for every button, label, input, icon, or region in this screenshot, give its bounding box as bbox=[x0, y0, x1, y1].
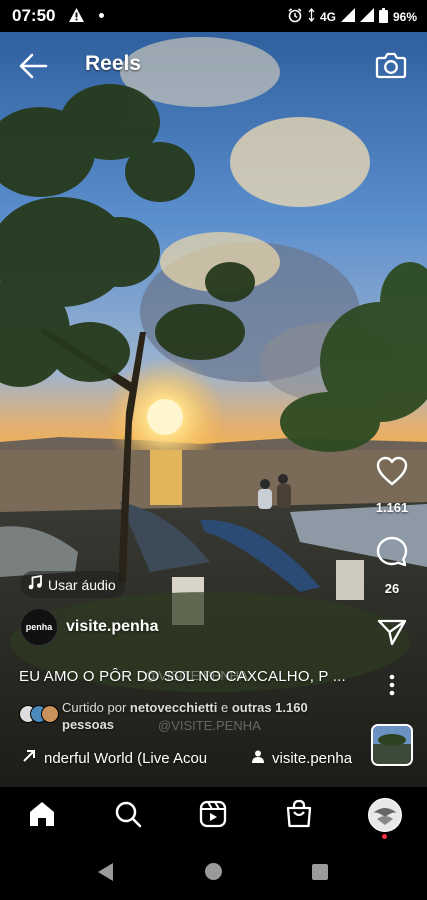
comment-button[interactable] bbox=[375, 535, 409, 574]
signal-2-icon bbox=[359, 8, 374, 25]
likes-count: 1.161 bbox=[375, 500, 409, 515]
profile-avatar[interactable] bbox=[368, 798, 402, 832]
send-icon bbox=[377, 619, 407, 646]
liked-by-avatars bbox=[19, 705, 67, 723]
share-button[interactable] bbox=[376, 617, 408, 652]
home-icon[interactable] bbox=[28, 800, 56, 833]
caption[interactable]: EU AMO O PÔR DO SOL NO CAXCALHO, P ... bbox=[19, 668, 364, 685]
comments-count: 26 bbox=[384, 581, 400, 596]
avatar-logo-text: penha bbox=[25, 622, 53, 632]
trending-arrow-icon bbox=[22, 749, 36, 767]
notification-dot-icon bbox=[99, 13, 104, 18]
watermark-bottom: @VISITE.PENHA bbox=[158, 718, 261, 733]
signal-icon bbox=[340, 8, 355, 25]
status-icons: 4G 96% bbox=[287, 7, 417, 26]
bottom-nav bbox=[0, 787, 427, 845]
alarm-icon bbox=[287, 7, 303, 26]
like-button[interactable] bbox=[375, 455, 409, 492]
liked-by-others: outras 1.160 bbox=[231, 700, 308, 715]
music-track: nderful World (Live Acou bbox=[44, 749, 208, 767]
use-audio-label: Usar áudio bbox=[48, 576, 116, 593]
music-row[interactable]: nderful World (Live Acou visite.penha bbox=[22, 749, 352, 767]
network-type: 4G bbox=[319, 9, 336, 24]
music-artist: visite.penha bbox=[272, 749, 353, 767]
reels-icon[interactable] bbox=[199, 800, 227, 833]
avatar[interactable]: penha bbox=[20, 608, 58, 646]
back-arrow-icon[interactable] bbox=[18, 52, 48, 85]
system-recents-icon[interactable] bbox=[312, 864, 328, 880]
person-icon bbox=[252, 750, 264, 767]
liked-by-user: netovecchietti bbox=[129, 700, 218, 715]
status-time: 07:50 bbox=[12, 6, 56, 25]
liker-avatar bbox=[41, 705, 59, 723]
battery-level: 96% bbox=[392, 9, 417, 24]
liked-by-middle: e bbox=[217, 700, 232, 715]
battery-icon bbox=[378, 7, 388, 26]
more-options-icon[interactable] bbox=[388, 674, 396, 701]
system-nav-bar bbox=[0, 845, 427, 900]
page-title: Reels bbox=[85, 52, 142, 75]
heart-icon bbox=[376, 456, 408, 486]
data-transfer-icon bbox=[308, 7, 315, 25]
music-note-icon bbox=[28, 574, 42, 595]
username[interactable]: visite.penha bbox=[66, 618, 158, 636]
use-audio-button[interactable]: Usar áudio bbox=[20, 571, 126, 598]
camera-icon[interactable] bbox=[375, 50, 407, 85]
search-icon[interactable] bbox=[114, 800, 142, 833]
audio-thumbnail[interactable] bbox=[371, 724, 413, 766]
system-home-icon[interactable] bbox=[205, 863, 222, 880]
liked-by-prefix: Curtido por bbox=[62, 700, 130, 715]
notification-dot bbox=[382, 834, 387, 839]
status-bar: 07:50 4G 96% bbox=[0, 0, 427, 32]
system-back-icon[interactable] bbox=[97, 862, 115, 887]
shop-icon[interactable] bbox=[285, 799, 313, 834]
warning-icon bbox=[68, 7, 85, 28]
comment-icon bbox=[376, 536, 408, 567]
liked-by-suffix: pessoas bbox=[62, 717, 115, 732]
